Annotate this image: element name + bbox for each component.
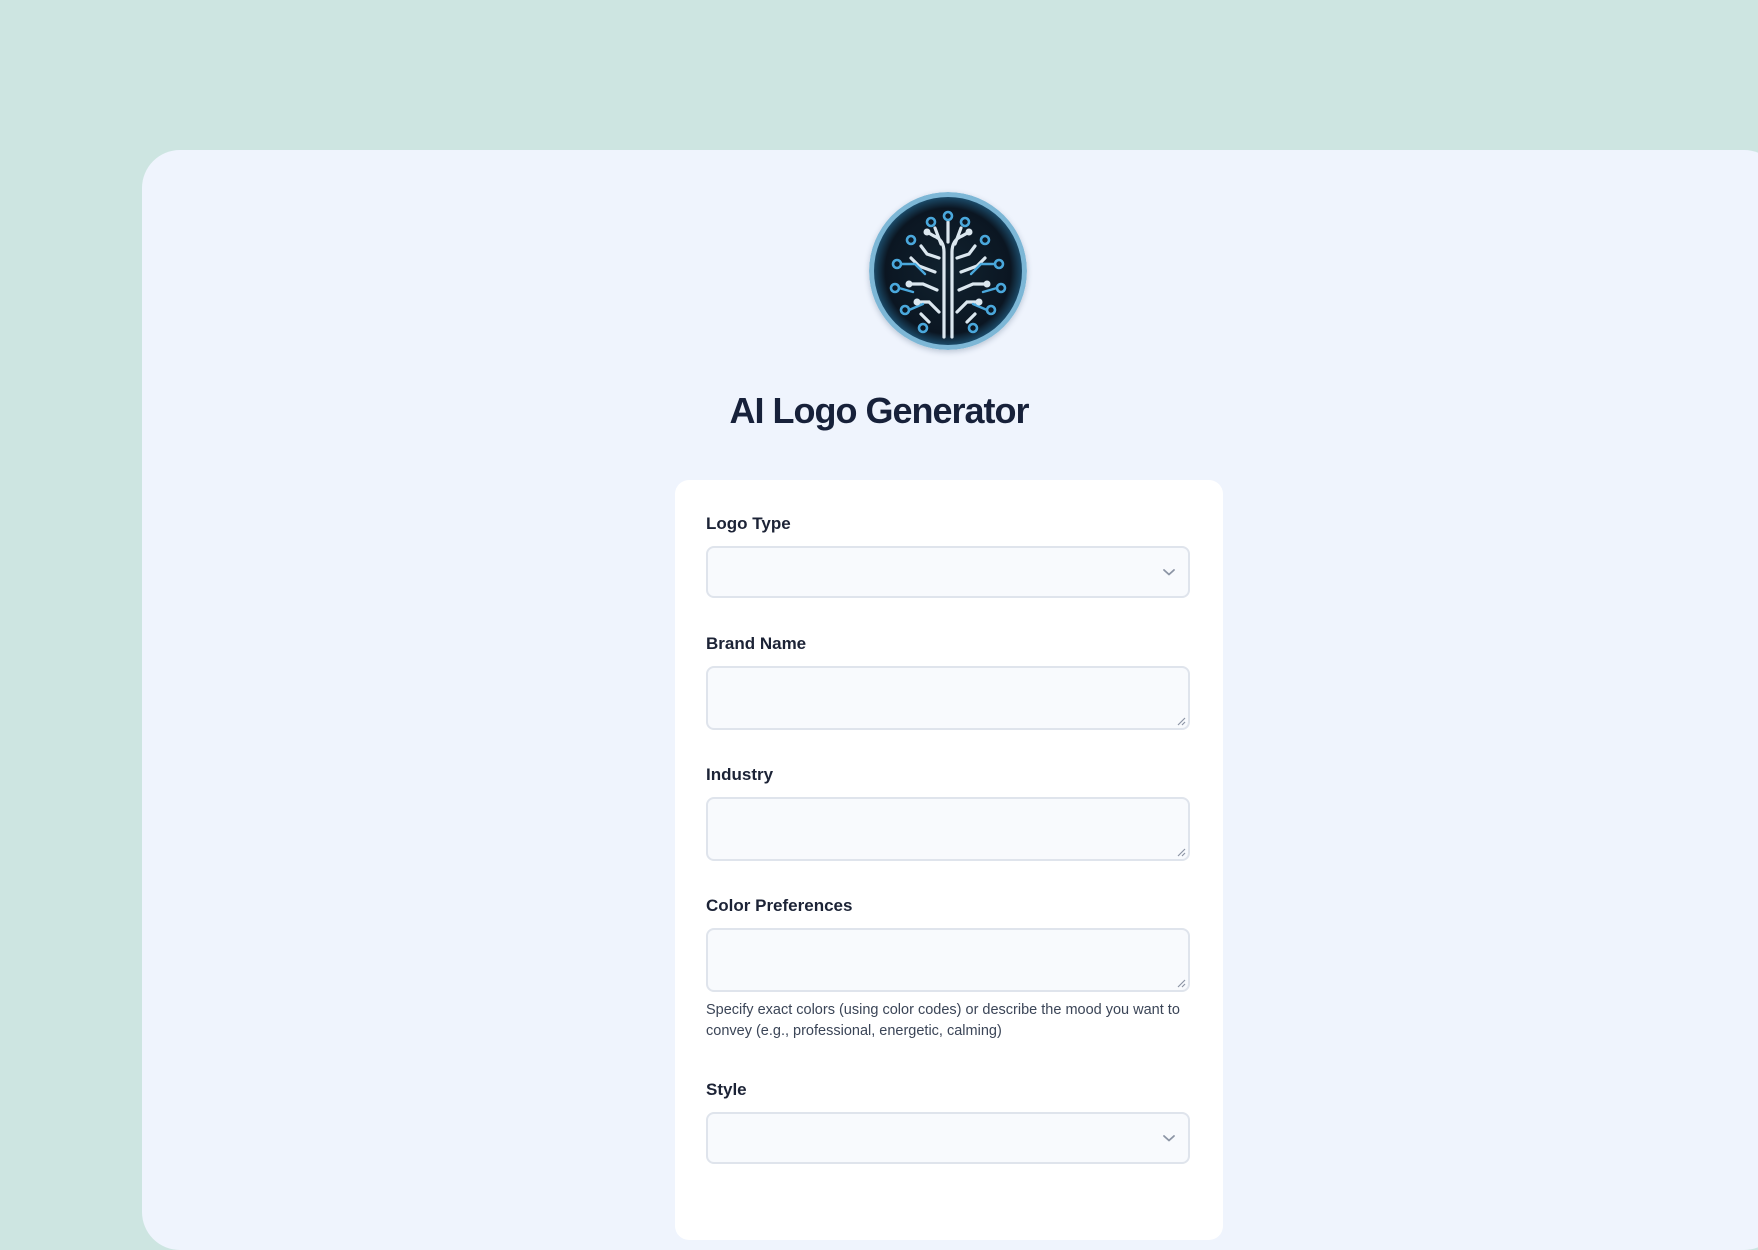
brand-name-input[interactable] [706,666,1190,730]
resize-handle-icon[interactable] [1176,978,1186,988]
circuit-brain-icon [869,192,1027,350]
color-preferences-help: Specify exact colors (using color codes)… [706,1002,1180,1039]
logo-type-select[interactable] [706,546,1190,598]
page-title: AI Logo Generator [729,390,1029,431]
chevron-down-icon [1163,569,1175,576]
style-label: Style [706,1080,747,1099]
brand-name-label: Brand Name [706,634,807,653]
resize-handle-icon[interactable] [1176,716,1186,726]
style-select[interactable] [706,1112,1190,1164]
color-preferences-label: Color Preferences [706,896,853,915]
logo-type-label: Logo Type [706,514,791,533]
resize-handle-icon[interactable] [1176,847,1186,857]
color-preferences-input[interactable] [706,928,1190,992]
industry-label: Industry [706,765,774,784]
industry-input[interactable] [706,797,1190,861]
chevron-down-icon [1163,1135,1175,1142]
app-logo [869,192,1027,350]
